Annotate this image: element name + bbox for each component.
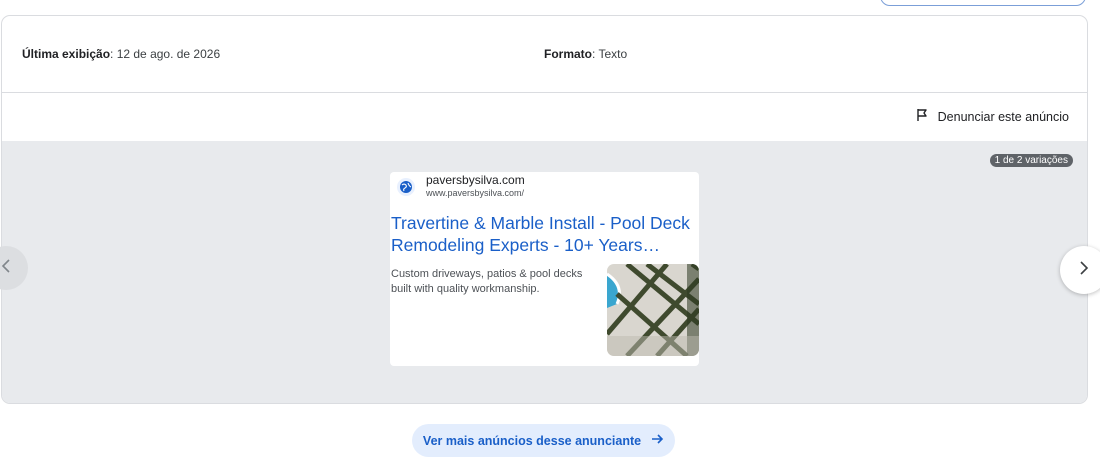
ad-description: Custom driveways, patios & pool decks bu… <box>391 268 583 295</box>
format-label: Formato <box>544 47 592 61</box>
ad-domain: paversbysilva.com <box>426 173 525 187</box>
flag-icon <box>916 108 930 125</box>
chevron-right-icon <box>1079 260 1089 280</box>
report-ad-label: Denunciar este anúncio <box>937 109 1069 124</box>
last-seen-value: : 12 de ago. de 2026 <box>110 47 221 61</box>
top-action-button[interactable] <box>880 0 1086 6</box>
globe-icon <box>397 178 415 196</box>
ad-info-row: Última exibição: 12 de ago. de 2026 Form… <box>2 16 1087 93</box>
report-ad-button[interactable]: Denunciar este anúncio <box>916 108 1069 125</box>
more-ads-from-advertiser-button[interactable]: Ver mais anúncios desse anunciante <box>412 424 675 457</box>
ad-details-card: Última exibição: 12 de ago. de 2026 Form… <box>1 15 1088 404</box>
format-info: Formato: Texto <box>544 47 627 61</box>
ad-url: www.paversbysilva.com/ <box>426 188 525 198</box>
last-seen-info: Última exibição: 12 de ago. de 2026 <box>22 47 220 61</box>
ad-title[interactable]: Travertine & Marble Install - Pool Deck … <box>391 212 697 256</box>
more-ads-label: Ver mais anúncios desse anunciante <box>422 433 642 448</box>
last-seen-label: Última exibição <box>22 47 111 61</box>
next-variation-button[interactable] <box>1060 246 1100 294</box>
ad-image-pool-deck <box>607 264 699 356</box>
variations-badge: 1 de 2 variações <box>989 154 1073 167</box>
arrow-right-icon <box>651 433 664 448</box>
format-value: : Texto <box>592 47 628 61</box>
ad-preview-area: 1 de 2 variações paversbysilva.com www.p… <box>2 141 1087 403</box>
report-row: Denunciar este anúncio <box>2 93 1087 141</box>
ad-preview[interactable]: paversbysilva.com www.paversbysilva.com/… <box>390 172 699 366</box>
chevron-left-icon <box>1 258 11 278</box>
